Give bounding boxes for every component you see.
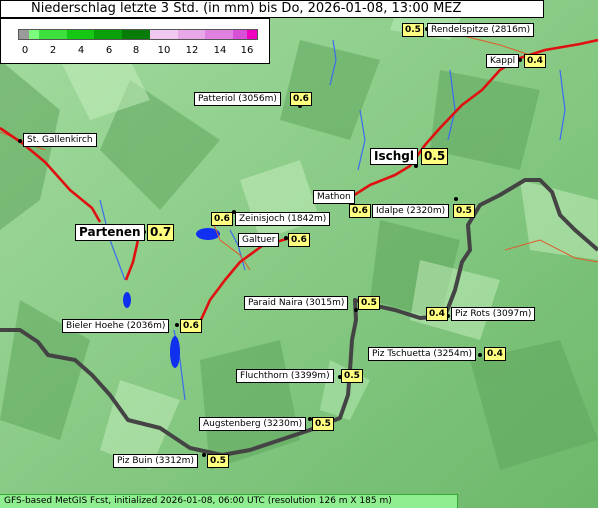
legend: 0 2 4 6 8 10 12 14 16	[0, 18, 270, 64]
legend-swatch	[233, 30, 248, 39]
legend-tick-label: 0	[21, 45, 29, 56]
patteriol-precip-value: 0.6	[290, 92, 312, 106]
legend-swatch	[19, 30, 29, 39]
legend-tick-label: 4	[77, 45, 85, 56]
legend-swatch	[247, 30, 258, 39]
piz-rots-place-label: Piz Rots (3097m)	[451, 307, 536, 321]
mathon-place-label: Mathon	[313, 190, 355, 204]
terrain-layer	[0, 0, 598, 508]
ischgl-precip-value: 0.5	[421, 148, 449, 165]
piz-rots-precip-value: 0.4	[426, 307, 448, 321]
legend-swatch	[28, 30, 39, 39]
legend-swatch	[205, 30, 234, 39]
legend-swatch	[122, 30, 150, 39]
piz-tschuetta-precip-value: 0.4	[484, 347, 506, 361]
piz-buin-precip-value: 0.5	[207, 454, 229, 468]
partenen-place-label: Partenen	[75, 224, 145, 241]
legend-tick-label: 10	[157, 45, 171, 56]
galtuer-place-label: Galtuer	[238, 233, 280, 247]
legend-swatch	[177, 30, 206, 39]
paraid-naira-precip-value: 0.5	[358, 296, 380, 310]
legend-tick-label: 12	[185, 45, 199, 56]
kappl-place-label: Kappl	[486, 54, 520, 68]
legend-tick-label: 14	[213, 45, 227, 56]
legend-tick-label: 16	[240, 45, 254, 56]
galtuer-precip-value: 0.6	[288, 233, 310, 247]
piz-buin-place-label: Piz Buin (3312m)	[113, 454, 198, 468]
idalpe-precip-value: 0.5	[453, 204, 475, 218]
paraid-naira-place-label: Paraid Naira (3015m)	[244, 296, 349, 310]
legend-swatch	[94, 30, 123, 39]
piz-tschuetta-location-dot	[478, 353, 482, 357]
fluchthorn-place-label: Fluchthorn (3399m)	[236, 369, 334, 383]
forecast-info-footer: GFS-based MetGIS Fcst, initialized 2026-…	[0, 494, 458, 508]
rendelspitze-place-label: Rendelspitze (2816m)	[427, 23, 535, 37]
fluchthorn-precip-value: 0.5	[341, 369, 363, 383]
partenen-precip-value: 0.7	[147, 224, 175, 241]
idalpe-location-dot	[454, 197, 458, 201]
bieler-hoehe-precip-value: 0.6	[180, 319, 202, 333]
piz-tschuetta-place-label: Piz Tschuetta (3254m)	[368, 347, 477, 361]
precipitation-map: Niederschlag letzte 3 Std. (in mm) bis D…	[0, 0, 598, 508]
legend-colorbar	[18, 29, 258, 40]
idalpe-place-label: Idalpe (2320m)	[372, 204, 450, 218]
bieler-hoehe-place-label: Bieler Hoehe (2036m)	[62, 319, 170, 333]
legend-tick-label: 6	[105, 45, 113, 56]
st-gallenkirch-place-label: St. Gallenkirch	[23, 133, 97, 147]
lake-vermunt	[123, 292, 131, 308]
lake-silvretta	[170, 336, 180, 368]
legend-swatch	[66, 30, 95, 39]
mathon-precip-value: 0.6	[349, 204, 371, 218]
map-title: Niederschlag letzte 3 Std. (in mm) bis D…	[0, 0, 544, 18]
rendelspitze-precip-value: 0.5	[402, 23, 424, 37]
zeinisjoch-precip-value: 0.6	[211, 212, 233, 226]
zeinisjoch-place-label: Zeinisjoch (1842m)	[235, 212, 331, 226]
st-gallenkirch-location-dot	[18, 139, 22, 143]
legend-swatch	[38, 30, 67, 39]
augstenberg-place-label: Augstenberg (3230m)	[199, 417, 307, 431]
legend-tick-label: 8	[132, 45, 140, 56]
kappl-precip-value: 0.4	[524, 54, 546, 68]
ischgl-place-label: Ischgl	[370, 148, 418, 165]
bieler-hoehe-location-dot	[175, 323, 179, 327]
patteriol-place-label: Patteriol (3056m)	[194, 92, 281, 106]
legend-tick-label: 2	[49, 45, 57, 56]
augstenberg-precip-value: 0.5	[312, 417, 334, 431]
legend-swatch	[149, 30, 178, 39]
piz-buin-location-dot	[202, 453, 206, 457]
